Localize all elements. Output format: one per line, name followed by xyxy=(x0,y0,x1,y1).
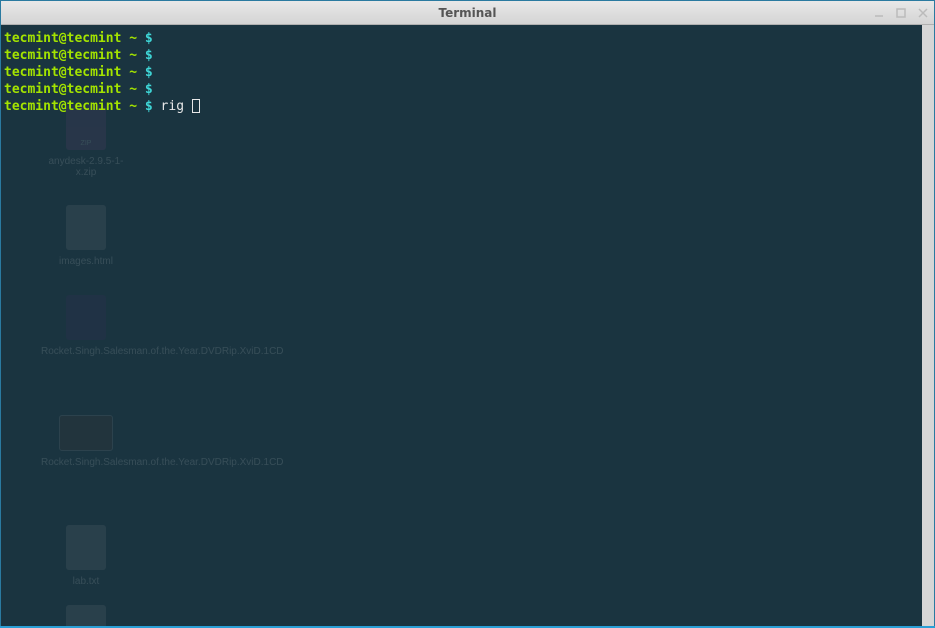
prompt-line: tecmint@tecmint ~ $ xyxy=(4,30,931,47)
user-host: tecmint@tecmint ~ xyxy=(4,99,145,114)
prompt-line-active: tecmint@tecmint ~ $ rig xyxy=(4,98,931,115)
prompt-line: tecmint@tecmint ~ $ xyxy=(4,81,931,98)
window-title: Terminal xyxy=(438,6,496,20)
scrollbar[interactable] xyxy=(922,25,934,627)
user-host: tecmint@tecmint ~ xyxy=(4,82,145,97)
terminal-window: Terminal anydesk-2.9.5-1-x.zip images.ht… xyxy=(0,0,935,628)
prompt-symbol: $ xyxy=(145,65,153,80)
titlebar[interactable]: Terminal xyxy=(1,1,934,25)
user-host: tecmint@tecmint ~ xyxy=(4,31,145,46)
window-controls xyxy=(872,6,930,20)
terminal-area[interactable]: anydesk-2.9.5-1-x.zip images.html Rocket… xyxy=(1,25,934,627)
maximize-button[interactable] xyxy=(894,6,908,20)
prompt-symbol: $ xyxy=(145,82,153,97)
user-host: tecmint@tecmint ~ xyxy=(4,65,145,80)
cursor xyxy=(192,99,200,113)
prompt-symbol: $ xyxy=(145,99,153,114)
user-host: tecmint@tecmint ~ xyxy=(4,48,145,63)
terminal-content: tecmint@tecmint ~ $ tecmint@tecmint ~ $ … xyxy=(1,25,934,120)
close-button[interactable] xyxy=(916,6,930,20)
command-text: rig xyxy=(153,99,192,114)
prompt-symbol: $ xyxy=(145,31,153,46)
prompt-line: tecmint@tecmint ~ $ xyxy=(4,47,931,64)
prompt-symbol: $ xyxy=(145,48,153,63)
minimize-button[interactable] xyxy=(872,6,886,20)
prompt-line: tecmint@tecmint ~ $ xyxy=(4,64,931,81)
